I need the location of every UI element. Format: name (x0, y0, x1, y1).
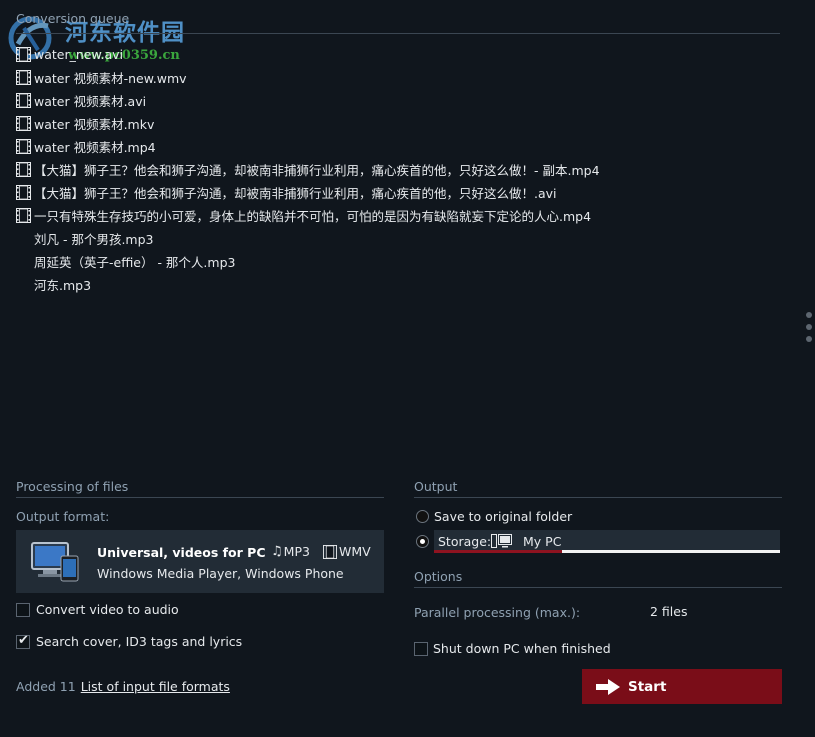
video-format-tag: WMV (323, 544, 371, 559)
options-title: Options (414, 569, 463, 584)
audio-format-label: MP3 (283, 544, 310, 559)
queue-item-label: water 视频素材-new.wmv (34, 70, 187, 86)
film-icon (16, 46, 31, 62)
options-divider (414, 587, 782, 588)
queue-item-label: water 视频素材.mkv (34, 116, 155, 132)
film-icon (16, 207, 31, 223)
added-files-row: Added 11 List of input file formats (16, 679, 230, 694)
save-original-radio[interactable] (416, 510, 429, 523)
queue-item-label: water 视频素材.mp4 (34, 139, 156, 155)
output-title: Output (414, 479, 458, 494)
output-divider (414, 497, 782, 498)
film-icon (16, 92, 31, 108)
music-note-icon: ♫ (271, 544, 283, 559)
queue-item-video[interactable]: water 视频素材.mp4 (16, 136, 156, 156)
processing-title: Processing of files (16, 479, 129, 494)
queue-item-video[interactable]: 【大猫】狮子王？他会和狮子沟通，却被南非捕狮行业利用，痛心疾首的他，只好这么做！… (16, 159, 600, 179)
film-icon (323, 544, 337, 559)
queue-title: Conversion queue (16, 11, 130, 26)
queue-item-video[interactable]: 【大猫】狮子王？他会和狮子沟通，却被南非捕狮行业利用，痛心疾首的他，只好这么做！… (16, 182, 557, 202)
film-icon (16, 184, 31, 200)
queue-item-label: 一只有特殊生存技巧的小可爱，身体上的缺陷并不可怕，可怕的是因为有缺陷就妄下定论的… (34, 208, 592, 224)
queue-divider (16, 33, 780, 34)
arrow-right-icon (596, 678, 620, 695)
handle-dot (806, 336, 812, 342)
video-format-label: WMV (339, 544, 371, 559)
film-icon (16, 115, 31, 131)
parallel-label: Parallel processing (max.): (414, 605, 581, 620)
start-label: Start (628, 678, 667, 695)
search-cover-label: Search cover, ID3 tags and lyrics (36, 634, 243, 649)
input-formats-link[interactable]: List of input file formats (81, 679, 230, 694)
pc-icon (491, 534, 513, 548)
queue-item-label: 河东.mp3 (34, 277, 92, 293)
output-format-label: Output format: (16, 509, 110, 524)
convert-audio-label: Convert video to audio (36, 602, 179, 617)
film-icon (16, 138, 31, 154)
film-icon (16, 161, 31, 177)
queue-item-label: 【大猫】狮子王？他会和狮子沟通，却被南非捕狮行业利用，痛心疾首的他，只好这么做！… (34, 162, 600, 178)
handle-dot (806, 312, 812, 318)
queue-item-audio[interactable]: 周延英（英子-effie） - 那个人.mp3 (34, 251, 235, 271)
queue-item-label: 【大猫】狮子王？他会和狮子沟通，却被南非捕狮行业利用，痛心疾首的他，只好这么做！… (34, 185, 557, 201)
queue-item-video[interactable]: water 视频素材.avi (16, 90, 146, 110)
audio-format-tag: ♫ MP3 (271, 544, 310, 559)
save-original-label: Save to original folder (434, 509, 573, 524)
queue-item-label: 刘凡 - 那个男孩.mp3 (34, 231, 154, 247)
queue-item-video[interactable]: water_new.avi (16, 44, 123, 64)
queue-item-video[interactable]: 一只有特殊生存技巧的小可爱，身体上的缺陷并不可怕，可怕的是因为有缺陷就妄下定论的… (16, 205, 591, 225)
checkmark-icon: ✔ (18, 633, 29, 648)
storage-value: My PC (523, 534, 562, 549)
handle-dot (806, 324, 812, 330)
format-description: Windows Media Player, Windows Phone (97, 566, 344, 581)
processing-divider (16, 497, 384, 498)
queue-item-label: 周延英（英子-effie） - 那个人.mp3 (34, 254, 236, 270)
storage-usage-fill (434, 550, 563, 553)
parallel-value[interactable]: 2 files (650, 604, 687, 619)
shutdown-checkbox[interactable] (414, 642, 428, 656)
queue-item-audio[interactable]: 刘凡 - 那个男孩.mp3 (34, 228, 154, 248)
queue-item-audio[interactable]: 河东.mp3 (34, 274, 91, 294)
queue-item-video[interactable]: water 视频素材-new.wmv (16, 67, 187, 87)
storage-usage-bar (434, 550, 780, 553)
format-name: Universal, videos for PC (97, 545, 266, 560)
shutdown-label: Shut down PC when finished (433, 641, 611, 656)
start-button[interactable]: Start (582, 669, 782, 704)
added-count: Added 11 (16, 679, 76, 694)
storage-label: Storage: (438, 534, 492, 549)
queue-item-label: water_new.avi (34, 46, 124, 62)
storage-selector[interactable]: Storage: My PC (434, 530, 780, 553)
devices-icon (30, 540, 82, 584)
queue-item-video[interactable]: water 视频素材.mkv (16, 113, 154, 133)
convert-audio-checkbox[interactable] (16, 603, 30, 617)
storage-radio[interactable] (416, 535, 429, 548)
side-panel-handle[interactable] (806, 312, 813, 342)
queue-item-label: water 视频素材.avi (34, 93, 147, 109)
film-icon (16, 69, 31, 85)
search-cover-checkbox[interactable]: ✔ (16, 633, 30, 649)
output-format-selector[interactable]: Universal, videos for PC ♫ MP3 WMV Windo… (16, 530, 384, 593)
